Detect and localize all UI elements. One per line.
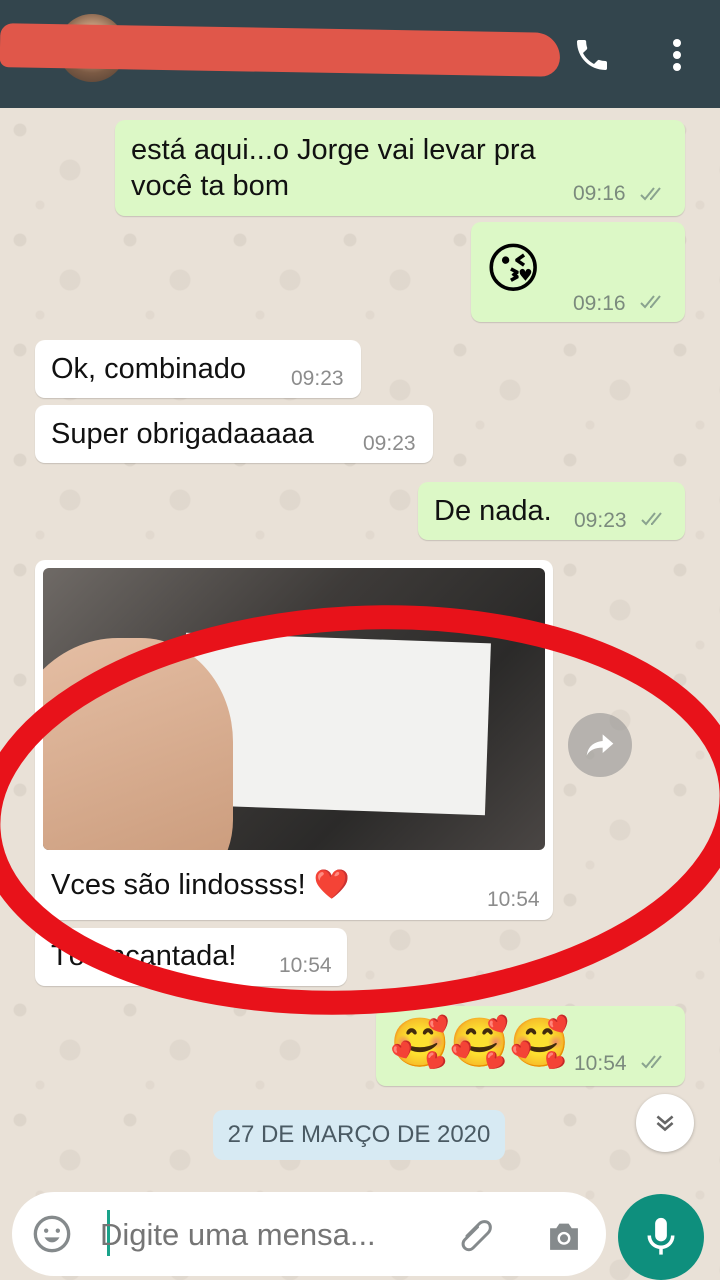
message-composer[interactable] [12,1192,606,1276]
message-text: De nada. [434,495,552,527]
hand-photo-content [43,638,233,850]
paperclip-icon[interactable] [452,1212,500,1260]
message-time: 09:16 [573,182,626,205]
message-outgoing[interactable]: 😘 09:16 [471,222,685,322]
message-time: 10:54 [279,954,332,977]
chat-header[interactable] [0,0,720,108]
emoji: 😘 [485,239,542,299]
emoji: 🥰🥰🥰 [390,1017,570,1070]
double-check-icon [640,295,661,309]
message-caption: Vces são lindossss! ❤️ [51,869,350,901]
message-text: está aqui...o Jorge vai levar pra [131,134,536,166]
message-time: 09:23 [574,509,627,532]
mic-icon[interactable] [618,1194,704,1280]
message-time: 09:23 [291,367,344,390]
message-time: 09:23 [363,432,416,455]
phone-icon[interactable] [565,28,619,82]
message-input[interactable] [98,1210,402,1260]
emoji-icon[interactable] [30,1212,74,1256]
message-incoming[interactable]: Super obrigadaaaaa 09:23 [35,405,433,463]
scroll-down-icon[interactable] [636,1094,694,1152]
message-text: você ta bom [131,170,289,202]
date-separator: 27 DE MARÇO DE 2020 [213,1110,505,1160]
message-time: 09:16 [573,292,626,315]
message-incoming[interactable]: Tô encantada! 10:54 [35,928,347,986]
message-text: Ok, combinado [51,353,247,385]
message-text: Tô encantada! [51,940,237,972]
message-incoming[interactable]: Ok, combinado 09:23 [35,340,361,398]
message-outgoing[interactable]: 🥰🥰🥰 10:54 [376,1006,685,1086]
message-outgoing[interactable]: De nada. 09:23 [418,482,685,540]
double-check-icon [640,187,661,201]
message-photo[interactable] [43,568,545,850]
more-vert-icon[interactable] [650,28,704,82]
message-text: Super obrigadaaaaa [51,418,314,450]
message-time: 10:54 [574,1052,627,1075]
double-check-icon [641,512,662,526]
message-incoming-image[interactable]: Vces são lindossss! ❤️ 10:54 [35,560,553,920]
camera-icon[interactable] [540,1212,588,1260]
message-outgoing[interactable]: está aqui...o Jorge vai levar pra você t… [115,120,685,216]
message-time: 10:54 [487,888,540,911]
double-check-icon [641,1055,662,1069]
forward-icon[interactable] [568,713,632,777]
